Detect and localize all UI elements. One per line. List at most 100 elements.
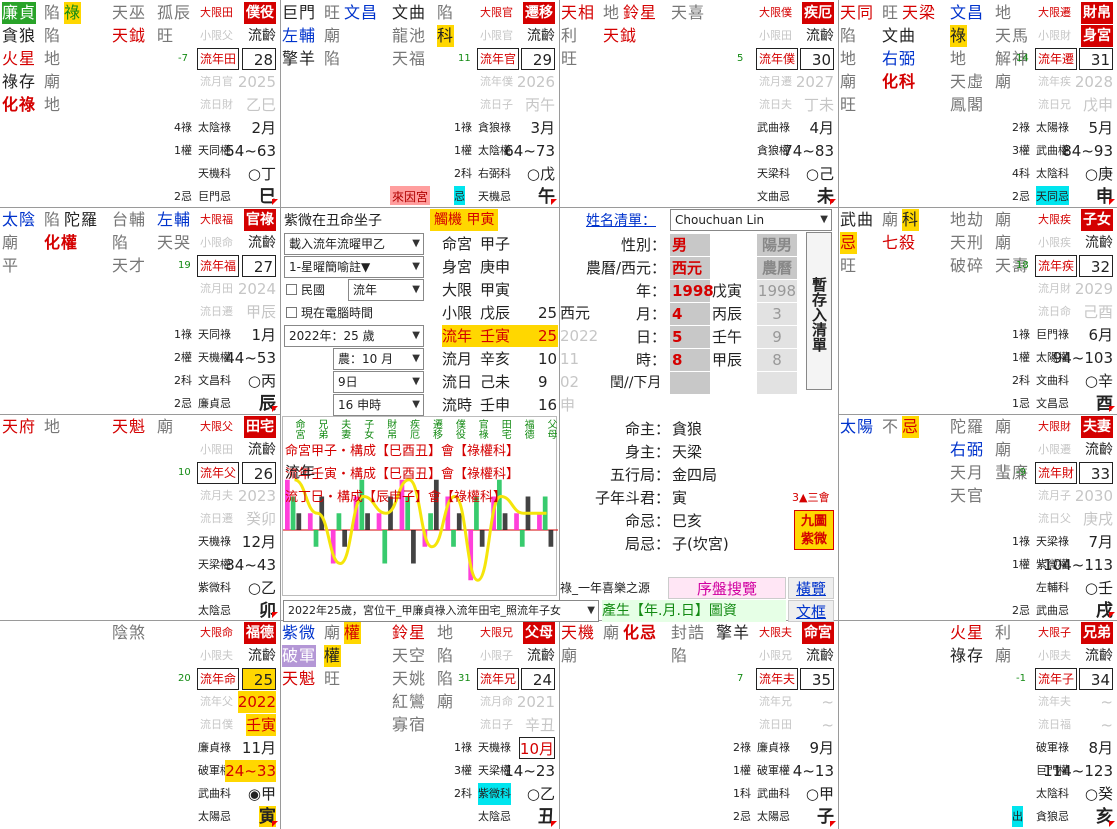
- palace-遷移[interactable]: 巨門旺文昌 左輔廟擎羊陷文曲陷龍池科天福 11 大限官 小限官 流年官 流年僕 流日子 遷移 流齡…: [282, 2, 557, 205]
- minor-star: 廟: [995, 233, 1013, 252]
- palace-name[interactable]: 遷移: [523, 2, 555, 24]
- chart-bar: [451, 530, 456, 547]
- major-star: 旺: [882, 3, 900, 22]
- palace-財帛[interactable]: 天同旺天梁陷文曲地右弼廟化科旺文昌地祿天馬地解神 天虛廟鳳閣 14 大限遷 小限財 流年遷…: [840, 2, 1115, 205]
- generate-graph-label[interactable]: 產生【年.月.日】圖資: [602, 600, 786, 622]
- minguo-checkbox[interactable]: 民國: [286, 279, 325, 301]
- limit-label: 小限田: [200, 443, 233, 456]
- checkbox-box[interactable]: [286, 307, 297, 318]
- gender-value[interactable]: 男: [670, 234, 710, 256]
- birth-hour-value[interactable]: 8: [670, 349, 710, 371]
- liunian-mode-select[interactable]: 流年: [348, 279, 424, 301]
- minor-star: 天喜: [671, 3, 706, 22]
- liuling-label: 流齡: [806, 648, 834, 664]
- birth-day-value[interactable]: 5: [670, 326, 710, 348]
- palace-子女[interactable]: 武曲廟科忌七殺旺地劫廟天刑廟破碎 天壽 18 大限疾 小限疾 流年疾 流月財 流日命 子女 流齡 3…: [840, 209, 1115, 412]
- major-star: 旺: [324, 3, 342, 22]
- palace-name[interactable]: 子女: [1081, 209, 1113, 231]
- calendar-value[interactable]: 西元: [670, 257, 710, 279]
- jiugong-ziwei-button[interactable]: 九圖紫微: [794, 510, 834, 550]
- hua-key: 4科: [1012, 167, 1030, 180]
- palace-疾厄[interactable]: 天相地鈴星利 天鉞旺 天喜 5 大限僕 小限田 流年僕 流月遷 流日夫 疾厄 流齡 30 2027 丁未武…: [561, 2, 836, 205]
- hua-star: 武曲祿: [757, 121, 790, 134]
- limit-label: 大限命: [200, 626, 233, 639]
- mingji-value: 巳亥: [672, 512, 703, 530]
- lunar-field[interactable]: 9: [757, 326, 797, 348]
- major-star: 巨門: [282, 3, 317, 22]
- minor-star: 廟: [995, 417, 1013, 436]
- year-label: 年：: [635, 282, 666, 300]
- major-star: 平: [2, 256, 20, 275]
- trigger-badge[interactable]: 觸機 甲寅: [430, 209, 499, 231]
- origin-palace-tag[interactable]: 來因宮: [390, 186, 431, 205]
- palace-name[interactable]: 福德: [244, 622, 276, 644]
- palace-age: 35: [800, 668, 834, 690]
- birth-month-value[interactable]: 4: [670, 303, 710, 325]
- palace-僕役[interactable]: 廉貞陷祿貪狼陷火星地祿存廟化祿地天巫 孤辰 天鉞旺 -7 大限田 小限父 流年田 流月官 流日財…: [2, 2, 278, 205]
- major-star: 右弼: [882, 49, 917, 68]
- palace-福德[interactable]: 陰煞 20 大限命 小限夫 流年命 流年父 流日僕 福德 流齡 25 2022 壬寅 廉貞祿 11月 破軍權…: [2, 622, 278, 827]
- palace-官祿[interactable]: 太陰陷陀羅廟化權平台輔 左輔陷天哭 天才 19 大限福 小限命 流年福 流月田 流日遷 官祿 流齡 2…: [2, 209, 278, 412]
- status-select[interactable]: 2022年25歲，宮位干_甲廉貞祿入流年田宅_照流年子女: [283, 600, 599, 622]
- palace-name[interactable]: 父母: [523, 622, 555, 644]
- chart-bar: [479, 530, 485, 547]
- hua-star: 太陽忌: [198, 810, 231, 823]
- palace-夫妻[interactable]: 太陽不忌陀羅廟右弼廟天月 蜚廉 天官 -9 大限財 小限遷 流年財 流月子 流日父 夫妻 流齡 33 2…: [840, 416, 1115, 618]
- chart-search-button[interactable]: 序盤搜覽: [668, 577, 786, 599]
- lunar-field[interactable]: 1998: [757, 280, 797, 302]
- palace-name[interactable]: 命宮: [802, 622, 834, 644]
- name-select[interactable]: Chouchuan Lin: [670, 209, 832, 231]
- palace-命宮[interactable]: 天機廟化忌廟封誥 擎羊陷 7 大限夫 小限兄 流年夫 流年兄 流日田 命宮 流齡 35 ~ ~2祿 廉貞祿…: [561, 622, 836, 827]
- minor-star: 陷: [437, 646, 455, 665]
- computer-time-checkbox[interactable]: 現在電腦時間: [286, 302, 373, 324]
- chart-bar: [502, 513, 508, 530]
- month-select[interactable]: 農：10 月: [333, 348, 424, 370]
- hua-key: 2科: [454, 787, 472, 800]
- hour-select[interactable]: 16 申時: [333, 394, 424, 416]
- palace-name[interactable]: 財帛: [1081, 2, 1113, 24]
- limit-label: 流年福: [197, 255, 240, 277]
- lunar-field[interactable]: 3: [757, 303, 797, 325]
- limit-label: 流日財: [200, 98, 233, 111]
- palace-兄弟[interactable]: 火星利祿存廟 -1 大限子 小限夫 流年子 流年夫 流日福 兄弟 流齡 34 ~ ~ 破軍祿 8月 巨門權 1…: [840, 622, 1115, 827]
- major-star: 地: [44, 417, 62, 436]
- load-liunian-select[interactable]: 載入流年流曜甲乙: [284, 233, 424, 255]
- major-star: 陷: [44, 210, 62, 229]
- day-select[interactable]: 9日: [333, 371, 424, 393]
- text-frame-button[interactable]: 文框: [788, 600, 834, 622]
- lunar-field[interactable]: 8: [757, 349, 797, 371]
- major-star: 七殺: [882, 233, 917, 252]
- lunar-leap-box[interactable]: [757, 372, 797, 394]
- star-annotation-select[interactable]: 1-星曜簡喻註▼: [284, 256, 424, 278]
- year-age-select[interactable]: 2022年：25 歲: [284, 325, 424, 347]
- major-star: 陷: [44, 26, 62, 45]
- palace-age: 31: [1079, 48, 1113, 70]
- major-star: 廉貞: [2, 2, 37, 24]
- palace-subname: 身宮: [1081, 25, 1113, 47]
- major-star: 擎羊: [282, 49, 317, 68]
- major-star: 科: [902, 209, 920, 231]
- limit-label: 流年夫: [756, 668, 799, 690]
- lunar-calendar-button[interactable]: 農曆: [757, 257, 797, 279]
- palace-name[interactable]: 僕役: [244, 2, 276, 24]
- browse-button[interactable]: 橫覽: [788, 577, 834, 599]
- palace-田宅[interactable]: 天府地 天魁廟 10 大限父 小限田 流年父 流月夫 流日遷 田宅 流齡 26 2023 癸卯 天機祿 12…: [2, 416, 278, 618]
- minor-star: 天魁: [112, 417, 147, 436]
- major-star: 廟: [603, 623, 621, 642]
- major-star: 旺: [561, 49, 579, 68]
- palace-name[interactable]: 疾厄: [802, 2, 834, 24]
- palace-name[interactable]: 官祿: [244, 209, 276, 231]
- palace-父母[interactable]: 紫微廟權破軍權天魁旺鈴星地天空陷天姚陷紅鸞廟寡宿 31 大限兄 小限子 流年兄 流月命 流日…: [282, 622, 557, 827]
- minor-star: 天馬: [995, 26, 1030, 45]
- save-to-list-button[interactable]: 暫存入清單: [806, 232, 832, 390]
- checkbox-box[interactable]: [286, 284, 297, 295]
- leap-month-box[interactable]: [670, 372, 710, 394]
- palace-name[interactable]: 夫妻: [1081, 416, 1113, 438]
- name-list-label[interactable]: 姓名清單：: [586, 210, 656, 232]
- hua-value: ○辛: [1084, 372, 1113, 390]
- corner-flag: [1109, 821, 1115, 827]
- birth-year-value[interactable]: 1998: [670, 280, 714, 302]
- palace-name[interactable]: 田宅: [244, 416, 276, 438]
- palace-ganzhi: 戊申: [1082, 96, 1113, 114]
- palace-name[interactable]: 兄弟: [1081, 622, 1113, 644]
